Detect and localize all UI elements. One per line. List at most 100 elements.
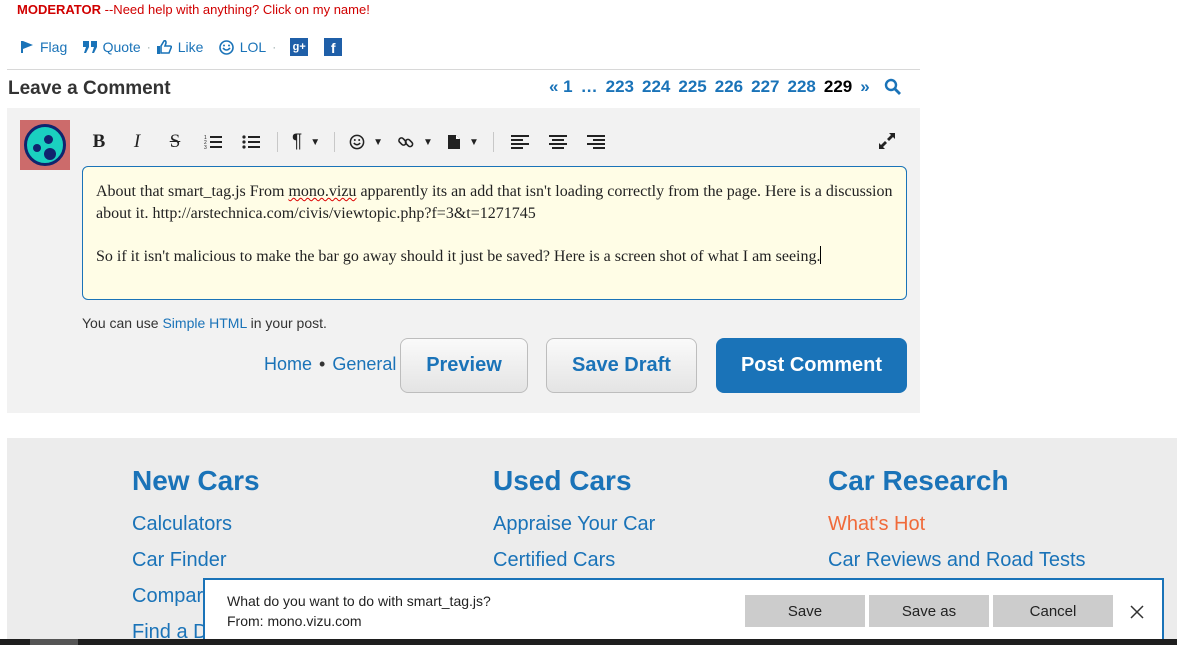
flag-button[interactable]: Flag — [20, 39, 67, 55]
avatar-dot — [33, 144, 41, 152]
divider — [7, 69, 920, 70]
bold-button[interactable]: B — [87, 128, 111, 156]
bullet-list-icon — [242, 135, 260, 149]
avatar-face-icon — [24, 124, 66, 166]
link-dropdown[interactable]: ▼ — [397, 128, 433, 156]
quote-button[interactable]: Quote — [82, 39, 141, 55]
footer-link[interactable]: Car Finder — [132, 542, 260, 578]
quote-label: Quote — [102, 39, 141, 55]
comment-section-title: Leave a Comment — [8, 78, 171, 99]
file-dropdown[interactable]: ▼ — [447, 128, 479, 156]
comment-link-text: mono.vizu — [288, 183, 357, 200]
lol-label: LOL — [239, 39, 267, 55]
align-center-icon — [548, 135, 567, 149]
avatar-dot — [44, 135, 53, 144]
page-link[interactable]: 227 — [751, 77, 779, 97]
footer-heading[interactable]: New Cars — [132, 462, 260, 500]
hint-text: in your post. — [246, 315, 327, 331]
avatar[interactable] — [20, 120, 70, 170]
align-center-button[interactable] — [546, 128, 570, 156]
download-source: From: mono.vizu.com — [227, 613, 362, 629]
page-first-link[interactable]: « 1 — [549, 77, 573, 97]
separator: · — [146, 40, 151, 54]
close-icon[interactable] — [1128, 603, 1146, 621]
download-save-button[interactable]: Save — [745, 595, 865, 627]
page-link[interactable]: 225 — [678, 77, 706, 97]
footer-link[interactable]: Certified Cars — [493, 542, 655, 578]
breadcrumb: Home • General — [264, 354, 396, 375]
save-draft-button[interactable]: Save Draft — [546, 338, 697, 393]
ordered-list-button[interactable]: 123 — [201, 128, 225, 156]
html-hint: You can use Simple HTML in your post. — [82, 315, 327, 331]
page-link[interactable]: 224 — [642, 77, 670, 97]
strikethrough-button[interactable]: S — [163, 128, 187, 156]
post-actions: Flag Quote · Like LOL · g+ f — [20, 37, 343, 57]
page-link[interactable]: 223 — [606, 77, 634, 97]
paragraph-icon: ¶ — [292, 131, 303, 152]
preview-button[interactable]: Preview — [400, 338, 528, 393]
toolbar-separator — [334, 132, 336, 152]
file-icon — [447, 135, 460, 149]
moderator-notice[interactable]: MODERATOR --Need help with anything? Cli… — [17, 2, 370, 17]
thumbs-up-icon — [156, 40, 172, 54]
page-ellipsis: … — [580, 77, 598, 96]
comment-textarea[interactable]: About that smart_tag.js From mono.vizu a… — [82, 166, 907, 300]
footer-column-car-research: Car Research What's Hot Car Reviews and … — [828, 462, 1086, 578]
comment-paragraph: About that smart_tag.js From mono.vizu a… — [96, 181, 893, 225]
footer-column-used-cars: Used Cars Appraise Your Car Certified Ca… — [493, 462, 655, 578]
text-cursor — [820, 246, 822, 264]
download-question: What do you want to do with smart_tag.js… — [227, 593, 491, 609]
footer-link[interactable]: Calculators — [132, 506, 260, 542]
post-comment-button[interactable]: Post Comment — [716, 338, 907, 393]
comment-text: So if it isn't malicious to make the bar… — [96, 248, 821, 265]
footer-link[interactable]: Car Reviews and Road Tests — [828, 542, 1086, 578]
search-icon[interactable] — [884, 78, 902, 96]
smiley-icon — [218, 39, 234, 55]
flag-label: Flag — [40, 39, 68, 55]
italic-button[interactable]: I — [125, 128, 149, 156]
breadcrumb-home[interactable]: Home — [264, 354, 312, 374]
editor-toolbar: B I S 123 ¶ ▼ ▼ ▼ ▼ — [87, 128, 622, 156]
hint-text: You can use — [82, 315, 163, 331]
align-left-button[interactable] — [508, 128, 532, 156]
simple-html-link[interactable]: Simple HTML — [162, 315, 246, 331]
taskbar-segment — [30, 639, 78, 645]
google-plus-icon[interactable]: g+ — [290, 38, 309, 56]
page-next-link[interactable]: » — [860, 77, 869, 97]
svg-text:3: 3 — [204, 145, 207, 150]
breadcrumb-separator: • — [319, 354, 326, 374]
ordered-list-icon: 123 — [204, 135, 222, 150]
breadcrumb-general[interactable]: General — [332, 354, 396, 374]
link-icon — [398, 137, 414, 148]
separator: · — [272, 40, 277, 54]
comment-paragraph: So if it isn't malicious to make the bar… — [96, 246, 893, 268]
footer-heading[interactable]: Used Cars — [493, 462, 655, 500]
align-left-icon — [510, 135, 529, 149]
moderator-role: MODERATOR — [17, 2, 102, 17]
toolbar-separator — [277, 132, 278, 152]
align-right-icon — [586, 135, 605, 149]
page-link[interactable]: 226 — [715, 77, 743, 97]
align-right-button[interactable] — [584, 128, 608, 156]
like-button[interactable]: Like — [156, 39, 204, 55]
avatar-dot — [44, 148, 56, 160]
facebook-icon[interactable]: f — [324, 38, 343, 56]
download-cancel-button[interactable]: Cancel — [993, 595, 1113, 627]
pagination: « 1 … 223 224 225 226 227 228 229 » — [549, 77, 902, 97]
footer-link[interactable]: Appraise Your Car — [493, 506, 655, 542]
chevron-down-icon: ▼ — [373, 136, 384, 148]
footer-link-whats-hot[interactable]: What's Hot — [828, 506, 1086, 542]
bullet-list-button[interactable] — [239, 128, 263, 156]
page-current: 229 — [823, 77, 853, 96]
page-link[interactable]: 228 — [788, 77, 816, 97]
separator — [209, 40, 212, 54]
like-label: Like — [177, 39, 204, 55]
download-save-as-button[interactable]: Save as — [869, 595, 989, 627]
lol-button[interactable]: LOL — [218, 39, 267, 55]
toolbar-separator — [492, 132, 494, 152]
footer-heading[interactable]: Car Research — [828, 462, 1086, 500]
emoji-dropdown[interactable]: ▼ — [349, 128, 383, 156]
expand-icon[interactable] — [877, 131, 897, 151]
paragraph-dropdown[interactable]: ¶ ▼ — [292, 128, 320, 156]
separator — [73, 40, 76, 54]
